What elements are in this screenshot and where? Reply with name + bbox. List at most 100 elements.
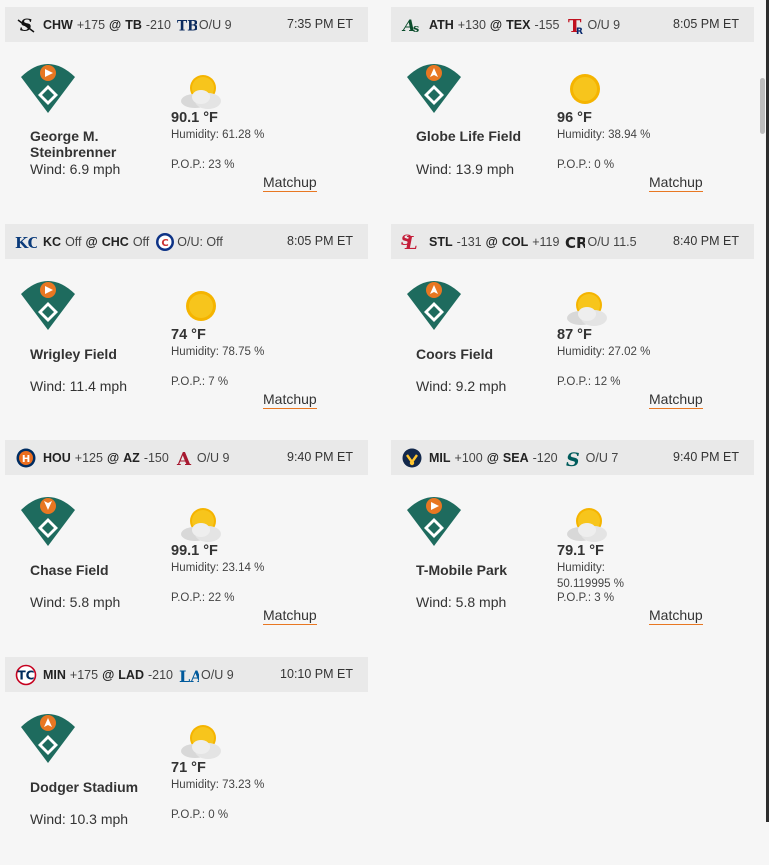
ballpark-icon xyxy=(21,497,75,546)
game-time: 8:05 PM ET xyxy=(673,17,739,31)
rockies-logo-icon: CR xyxy=(565,231,585,253)
ballpark-icon xyxy=(407,497,461,546)
away-team-abbr: ATH xyxy=(429,17,454,32)
away-team-abbr: STL xyxy=(429,234,453,249)
cardinals-logo-icon: LS xyxy=(401,231,423,253)
over-under: O/U 7 xyxy=(585,450,619,465)
home-team-abbr: SEA xyxy=(502,450,529,465)
away-moneyline: +130 xyxy=(457,17,486,32)
svg-text:LA: LA xyxy=(179,667,199,686)
game-card-min-lad: TC MIN +175 @ LAD -210 LA O/U 9 10:10 PM… xyxy=(5,657,368,865)
precipitation-probability: P.O.P.: 23 % xyxy=(171,159,235,171)
svg-text:H: H xyxy=(22,454,30,465)
matchup-link[interactable]: Matchup xyxy=(649,174,703,192)
game-time: 9:40 PM ET xyxy=(287,450,353,464)
venue-name: Wrigley Field xyxy=(30,346,117,362)
over-under: O/U 9 xyxy=(198,17,232,32)
away-moneyline: +175 xyxy=(69,667,99,682)
precipitation-probability: P.O.P.: 0 % xyxy=(557,159,615,171)
precipitation-probability: P.O.P.: 3 % xyxy=(557,592,615,604)
twins-logo-icon: TC xyxy=(15,664,37,686)
matchup-link[interactable]: Matchup xyxy=(649,607,703,625)
over-under: O/U 9 xyxy=(587,17,621,32)
at-symbol: @ xyxy=(109,17,122,32)
home-team-abbr: AZ xyxy=(123,450,140,465)
matchup-link[interactable]: Matchup xyxy=(263,607,317,625)
humidity: Humidity: 73.23 % xyxy=(171,779,265,791)
wind-speed: Wind: 5.8 mph xyxy=(30,594,121,610)
game-card-mil-sea: MIL +100 @ SEA -120 S O/U 7 9:40 PM ET T… xyxy=(391,440,754,648)
over-under: O/U 9 xyxy=(201,667,234,682)
athletics-logo-icon: As xyxy=(401,14,423,36)
away-team-abbr: HOU xyxy=(43,450,71,465)
game-card-hou-az: H HOU +125 @ AZ -150 A O/U 9 9:40 PM ET … xyxy=(5,440,368,648)
away-moneyline: -131 xyxy=(456,234,482,249)
venue-name: Chase Field xyxy=(30,562,109,578)
svg-text:A: A xyxy=(176,449,192,469)
wind-speed: Wind: 13.9 mph xyxy=(416,161,515,177)
away-team-abbr: KC xyxy=(43,234,62,249)
game-card-ath-tex: As ATH +130 @ TEX -155 TR O/U 9 8:05 PM … xyxy=(391,7,754,215)
over-under: O/U 11.5 xyxy=(587,234,637,249)
game-time: 9:40 PM ET xyxy=(673,450,739,464)
game-header: KC KC Off @ CHC Off C O/U: Off 8:05 PM E… xyxy=(5,224,368,259)
away-team-abbr: MIN xyxy=(43,667,66,682)
game-header: LS STL -131 @ COL +119 CR O/U 11.5 8:40 … xyxy=(391,224,754,259)
home-team-abbr: CHC xyxy=(101,234,129,249)
precipitation-probability: P.O.P.: 22 % xyxy=(171,592,235,604)
humidity: Humidity: 50.119995 % xyxy=(557,562,624,590)
game-time: 7:35 PM ET xyxy=(287,17,353,31)
at-symbol: @ xyxy=(486,450,499,465)
ballpark-icon xyxy=(21,281,75,330)
at-symbol: @ xyxy=(106,450,120,465)
dodgers-logo-icon: LA xyxy=(179,664,199,686)
home-moneyline: -155 xyxy=(534,17,560,32)
away-team-abbr: MIL xyxy=(429,450,451,465)
humidity: Humidity: 61.28 % xyxy=(171,129,265,141)
svg-text:C: C xyxy=(162,238,169,249)
scrollbar-thumb[interactable] xyxy=(760,78,765,134)
ballpark-icon xyxy=(21,714,75,763)
game-header: H HOU +125 @ AZ -150 A O/U 9 9:40 PM ET xyxy=(5,440,368,475)
home-moneyline: Off xyxy=(132,234,150,249)
away-team-abbr: CHW xyxy=(43,17,73,32)
svg-text:KC: KC xyxy=(15,234,37,252)
temperature: 71 °F xyxy=(171,760,206,776)
partly-cloudy-icon xyxy=(181,75,221,109)
astros-logo-icon: H xyxy=(15,447,37,469)
humidity: Humidity: 23.14 % xyxy=(171,562,265,574)
matchup-link[interactable]: Matchup xyxy=(263,174,317,192)
cubs-logo-icon: C xyxy=(155,231,175,253)
home-team-abbr: TEX xyxy=(506,17,531,32)
away-moneyline: +125 xyxy=(74,450,103,465)
at-symbol: @ xyxy=(102,667,115,682)
wind-speed: Wind: 6.9 mph xyxy=(30,161,121,177)
svg-text:TB: TB xyxy=(177,18,197,34)
game-card-kc-chc: KC KC Off @ CHC Off C O/U: Off 8:05 PM E… xyxy=(5,224,368,432)
temperature: 99.1 °F xyxy=(171,543,218,559)
sunny-icon xyxy=(186,291,216,321)
temperature: 79.1 °F xyxy=(557,543,604,559)
game-card-chw-tb: S CHW +175 @ TB -210 TB O/U 9 7:35 PM ET… xyxy=(5,7,368,215)
partly-cloudy-icon xyxy=(181,725,221,759)
precipitation-probability: P.O.P.: 0 % xyxy=(171,809,229,821)
partly-cloudy-icon xyxy=(181,508,221,542)
matchup-link[interactable]: Matchup xyxy=(649,391,703,409)
home-moneyline: -150 xyxy=(143,450,169,465)
game-header: MIL +100 @ SEA -120 S O/U 7 9:40 PM ET xyxy=(391,440,754,475)
venue-name: Globe Life Field xyxy=(416,128,522,144)
partly-cloudy-icon xyxy=(567,292,607,326)
away-moneyline: Off xyxy=(65,234,82,249)
ballpark-icon xyxy=(21,64,75,113)
rangers-logo-icon: TR xyxy=(565,14,585,36)
precipitation-probability: P.O.P.: 7 % xyxy=(171,376,229,388)
game-header: As ATH +130 @ TEX -155 TR O/U 9 8:05 PM … xyxy=(391,7,754,42)
at-symbol: @ xyxy=(485,234,498,249)
at-symbol: @ xyxy=(489,17,503,32)
home-moneyline: -210 xyxy=(145,17,171,32)
partly-cloudy-icon xyxy=(567,508,607,542)
temperature: 90.1 °F xyxy=(171,110,218,126)
matchup-link[interactable]: Matchup xyxy=(263,391,317,409)
home-team-abbr: LAD xyxy=(118,667,144,682)
home-team-abbr: COL xyxy=(501,234,529,249)
